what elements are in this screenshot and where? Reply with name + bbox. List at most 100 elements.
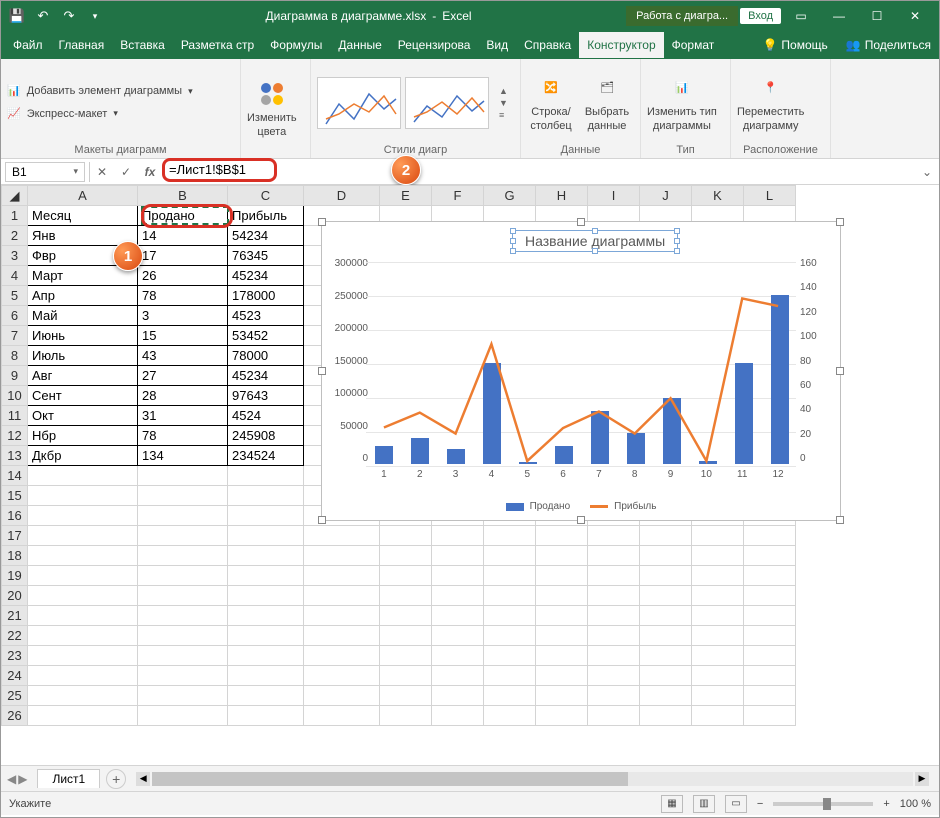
cell[interactable]: [484, 666, 536, 686]
select-all-icon[interactable]: ◢: [2, 186, 28, 206]
cell[interactable]: [536, 586, 588, 606]
cell[interactable]: [640, 546, 692, 566]
zoom-out-icon[interactable]: −: [757, 798, 763, 810]
chart-styles-gallery[interactable]: [317, 77, 489, 129]
normal-view-icon[interactable]: ▦: [661, 795, 683, 813]
cell[interactable]: 43: [138, 346, 228, 366]
cell[interactable]: [138, 546, 228, 566]
row-header[interactable]: 14: [2, 466, 28, 486]
row-header[interactable]: 2: [2, 226, 28, 246]
undo-icon[interactable]: ↶: [35, 8, 51, 24]
cell[interactable]: [138, 686, 228, 706]
cell[interactable]: [228, 506, 304, 526]
cell[interactable]: Продано: [138, 206, 228, 226]
cell[interactable]: [138, 666, 228, 686]
cell[interactable]: [484, 526, 536, 546]
nav-prev-icon[interactable]: ◀: [7, 772, 16, 786]
table-row[interactable]: 22: [2, 626, 796, 646]
cell[interactable]: [744, 606, 796, 626]
line-series[interactable]: [384, 298, 778, 461]
cell[interactable]: [228, 666, 304, 686]
cell[interactable]: [138, 626, 228, 646]
row-header[interactable]: 6: [2, 306, 28, 326]
cell[interactable]: 31: [138, 406, 228, 426]
cell[interactable]: Нбр: [28, 426, 138, 446]
cell[interactable]: [536, 666, 588, 686]
cell[interactable]: 78000: [228, 346, 304, 366]
chart-handle[interactable]: [836, 516, 844, 524]
chart-title[interactable]: Название диаграммы: [512, 230, 678, 252]
col-header[interactable]: E: [380, 186, 432, 206]
cell[interactable]: [228, 606, 304, 626]
quick-layout-button[interactable]: 📈 Экспресс-макет▾: [7, 105, 118, 123]
cell[interactable]: [304, 706, 380, 726]
enter-formula-icon[interactable]: ✓: [114, 165, 138, 179]
cell[interactable]: [228, 706, 304, 726]
cell[interactable]: [640, 526, 692, 546]
row-header[interactable]: 3: [2, 246, 28, 266]
chart-handle[interactable]: [577, 218, 585, 226]
page-layout-icon[interactable]: ▥: [693, 795, 715, 813]
cell[interactable]: [228, 466, 304, 486]
cell[interactable]: 45234: [228, 366, 304, 386]
cell[interactable]: [744, 626, 796, 646]
cell[interactable]: [692, 606, 744, 626]
tab-help[interactable]: Справка: [516, 32, 579, 58]
col-header[interactable]: B: [138, 186, 228, 206]
namebox-dropdown-icon[interactable]: ▾: [73, 166, 78, 177]
plot-area[interactable]: [366, 262, 796, 464]
cell[interactable]: [28, 706, 138, 726]
cell[interactable]: [28, 566, 138, 586]
save-icon[interactable]: 💾: [9, 8, 25, 24]
chart-handle[interactable]: [836, 218, 844, 226]
cell[interactable]: [380, 526, 432, 546]
cell[interactable]: 45234: [228, 266, 304, 286]
cell[interactable]: [744, 666, 796, 686]
cell[interactable]: [640, 666, 692, 686]
tab-layout[interactable]: Разметка стр: [173, 32, 262, 58]
cell[interactable]: 54234: [228, 226, 304, 246]
cell[interactable]: [432, 526, 484, 546]
row-header[interactable]: 24: [2, 666, 28, 686]
row-header[interactable]: 21: [2, 606, 28, 626]
cell[interactable]: [228, 586, 304, 606]
cell[interactable]: [640, 606, 692, 626]
cell[interactable]: [640, 566, 692, 586]
ribbon-options-icon[interactable]: ▭: [783, 2, 819, 30]
cell[interactable]: [304, 606, 380, 626]
row-header[interactable]: 25: [2, 686, 28, 706]
row-header[interactable]: 13: [2, 446, 28, 466]
change-colors-button[interactable]: Изменить цвета: [247, 78, 297, 138]
style-thumb-2[interactable]: [405, 77, 489, 129]
cell[interactable]: [304, 546, 380, 566]
row-header[interactable]: 8: [2, 346, 28, 366]
cell[interactable]: [640, 586, 692, 606]
name-box[interactable]: B1 ▾: [5, 162, 85, 182]
tab-review[interactable]: Рецензирова: [390, 32, 479, 58]
cell[interactable]: [588, 606, 640, 626]
cell[interactable]: [744, 686, 796, 706]
cell[interactable]: [692, 586, 744, 606]
cell[interactable]: 245908: [228, 426, 304, 446]
qat-dropdown-icon[interactable]: ▾: [87, 8, 103, 24]
row-header[interactable]: 19: [2, 566, 28, 586]
row-header[interactable]: 16: [2, 506, 28, 526]
cell[interactable]: [228, 646, 304, 666]
col-header[interactable]: A: [28, 186, 138, 206]
cell[interactable]: [588, 586, 640, 606]
cell[interactable]: [28, 506, 138, 526]
cell[interactable]: 28: [138, 386, 228, 406]
cell[interactable]: 26: [138, 266, 228, 286]
cell[interactable]: [692, 566, 744, 586]
minimize-icon[interactable]: —: [821, 2, 857, 30]
cell[interactable]: [744, 566, 796, 586]
cell[interactable]: [432, 706, 484, 726]
cell[interactable]: [536, 646, 588, 666]
cell[interactable]: [380, 686, 432, 706]
cell[interactable]: [304, 686, 380, 706]
cell[interactable]: [692, 646, 744, 666]
cell[interactable]: [588, 566, 640, 586]
cell[interactable]: [588, 546, 640, 566]
tab-format[interactable]: Формат: [664, 32, 723, 58]
col-header[interactable]: C: [228, 186, 304, 206]
